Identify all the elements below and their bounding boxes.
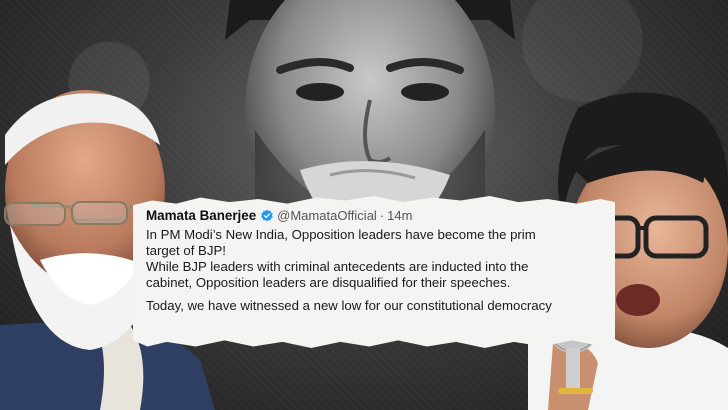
- tweet-text-line: Today, we have witnessed a new low for o…: [146, 298, 552, 313]
- tweet-header: Mamata Banerjee @MamataOfficial · 14m: [146, 208, 615, 224]
- tweet-timestamp: 14m: [387, 208, 413, 223]
- tweet-content: Mamata Banerjee @MamataOfficial · 14m In…: [146, 208, 615, 314]
- tweet-author-name: Mamata Banerjee: [146, 208, 257, 223]
- tweet-text-line: While BJP leaders with criminal antecede…: [146, 259, 529, 274]
- tweet-card: Mamata Banerjee @MamataOfficial · 14m In…: [133, 196, 615, 348]
- tweet-handle: @MamataOfficial: [277, 208, 377, 223]
- verified-badge-icon: [261, 209, 273, 222]
- tweet-text-line: cabinet, Opposition leaders are disquali…: [146, 275, 511, 290]
- tweet-separator: ·: [379, 208, 385, 223]
- news-collage: Mamata Banerjee @MamataOfficial · 14m In…: [0, 0, 728, 410]
- tweet-text-line: target of BJP!: [146, 243, 226, 258]
- tweet-text-line: In PM Modi’s New India, Opposition leade…: [146, 227, 536, 242]
